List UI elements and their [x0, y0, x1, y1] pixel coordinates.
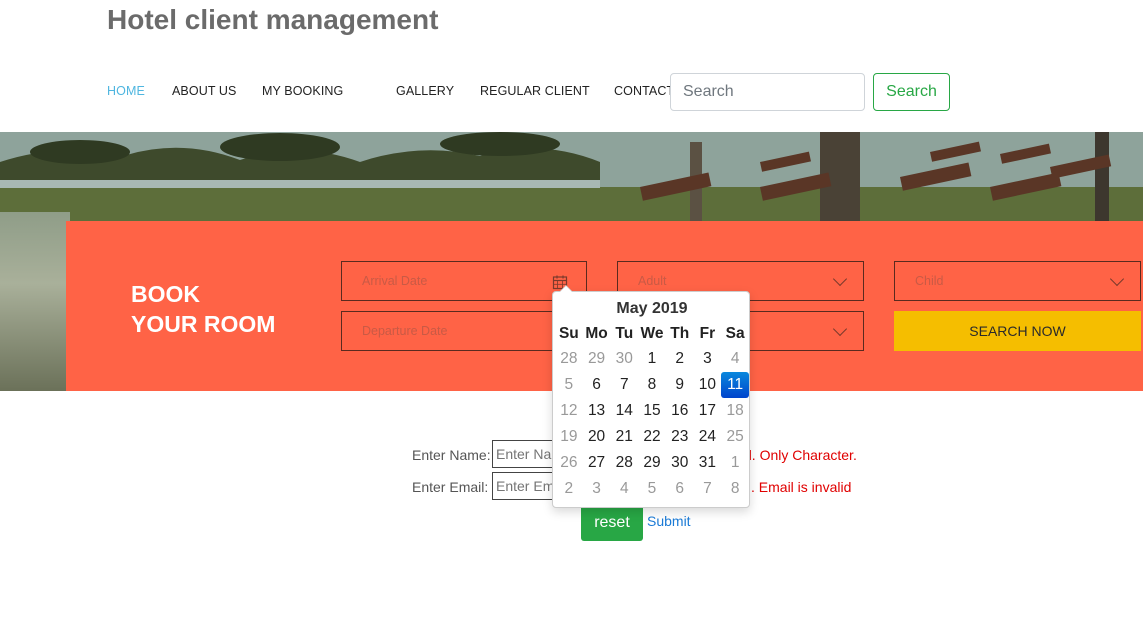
child-select-label: Child [915, 274, 944, 288]
pool-water-graphic [0, 212, 70, 391]
day-cell[interactable]: 25 [721, 424, 749, 450]
day-cell[interactable]: 2 [555, 476, 583, 502]
day-cell[interactable]: 26 [555, 450, 583, 476]
booking-title-line1: BOOK [131, 281, 200, 307]
day-cell[interactable]: 8 [638, 372, 666, 398]
datepicker-popup: May 2019 Su Mo Tu We Th Fr Sa 28 29 30 1 2 3 4 5 6 7 8 9 10… [552, 285, 751, 508]
booking-title: BOOK YOUR ROOM [131, 279, 275, 339]
day-cell[interactable]: 27 [583, 450, 611, 476]
chevron-down-icon [1109, 271, 1125, 287]
nav-gallery[interactable]: GALLERY [396, 84, 454, 98]
day-cell[interactable]: 8 [721, 476, 749, 502]
email-error: . Email is invalid [751, 479, 852, 495]
chevron-down-icon [832, 271, 848, 287]
adult-select-label: Adult [638, 274, 667, 288]
day-cell[interactable]: 28 [555, 346, 583, 372]
day-cell[interactable]: 5 [555, 372, 583, 398]
day-cell-selected[interactable]: 11 [721, 372, 749, 398]
day-cell[interactable]: 15 [638, 398, 666, 424]
day-cell[interactable]: 30 [666, 450, 694, 476]
weekday-header: Fr [699, 325, 716, 342]
day-cell[interactable]: 1 [721, 450, 749, 476]
name-label: Enter Name: [412, 447, 491, 463]
arrival-date-field[interactable]: Arrival Date [341, 261, 587, 301]
day-cell[interactable]: 5 [638, 476, 666, 502]
day-cell[interactable]: 3 [583, 476, 611, 502]
resort-background-graphic [0, 132, 1143, 222]
day-cell[interactable]: 30 [610, 346, 638, 372]
nav-my-booking[interactable]: MY BOOKING [262, 84, 343, 98]
day-cell[interactable]: 9 [666, 372, 694, 398]
day-cell[interactable]: 28 [610, 450, 638, 476]
day-cell[interactable]: 2 [666, 346, 694, 372]
weekday-header: Mo [585, 325, 608, 342]
arrival-date-placeholder: Arrival Date [362, 274, 428, 288]
datepicker-arrow-inner [560, 286, 572, 292]
day-cell[interactable]: 29 [583, 346, 611, 372]
child-select[interactable]: Child [894, 261, 1141, 301]
nav-home[interactable]: HOME [107, 84, 145, 98]
site-title: Hotel client management [107, 4, 439, 35]
day-cell[interactable]: 24 [694, 424, 722, 450]
day-cell[interactable]: 1 [638, 346, 666, 372]
day-cell[interactable]: 21 [610, 424, 638, 450]
submit-button[interactable]: Submit [647, 513, 691, 529]
chevron-down-icon [832, 321, 848, 337]
day-cell[interactable]: 31 [694, 450, 722, 476]
day-cell[interactable]: 16 [666, 398, 694, 424]
nav-about-us[interactable]: ABOUT US [172, 84, 236, 98]
day-cell[interactable]: 4 [721, 346, 749, 372]
name-error: d. Only Character. [744, 447, 857, 463]
search-button[interactable]: Search [873, 73, 950, 111]
search-now-button[interactable]: SEARCH NOW [894, 311, 1141, 351]
day-cell[interactable]: 6 [583, 372, 611, 398]
email-label: Enter Email: [412, 479, 489, 495]
day-cell[interactable]: 20 [583, 424, 611, 450]
day-cell[interactable]: 14 [610, 398, 638, 424]
nav-regular-client[interactable]: REGULAR CLIENT [480, 84, 590, 98]
day-cell[interactable]: 10 [694, 372, 722, 398]
departure-date-placeholder: Departure Date [362, 324, 448, 338]
datepicker-grid: Su Mo Tu We Th Fr Sa 28 29 30 1 2 3 4 5 6 7 8 9 10 11 12 13 14 1… [555, 322, 749, 502]
booking-title-line2: YOUR ROOM [131, 311, 276, 337]
day-cell[interactable]: 29 [638, 450, 666, 476]
day-cell[interactable]: 23 [666, 424, 694, 450]
weekday-header: Su [558, 325, 579, 342]
search-input[interactable] [670, 73, 865, 111]
day-cell[interactable]: 17 [694, 398, 722, 424]
day-cell[interactable]: 18 [721, 398, 749, 424]
reset-button[interactable]: reset [581, 505, 643, 541]
weekday-header: Sa [725, 325, 745, 342]
weekday-header: Th [670, 325, 690, 342]
day-cell[interactable]: 7 [610, 372, 638, 398]
day-cell[interactable]: 7 [694, 476, 722, 502]
day-cell[interactable]: 13 [583, 398, 611, 424]
weekday-header: Tu [615, 325, 634, 342]
day-cell[interactable]: 3 [694, 346, 722, 372]
day-cell[interactable]: 4 [610, 476, 638, 502]
day-cell[interactable]: 22 [638, 424, 666, 450]
weekday-header: We [640, 325, 664, 342]
nav-contact[interactable]: CONTACT [614, 84, 674, 98]
day-cell[interactable]: 6 [666, 476, 694, 502]
departure-date-field[interactable]: Departure Date [341, 311, 587, 351]
day-cell[interactable]: 12 [555, 398, 583, 424]
datepicker-month-label[interactable]: May 2019 [553, 300, 751, 318]
day-cell[interactable]: 19 [555, 424, 583, 450]
